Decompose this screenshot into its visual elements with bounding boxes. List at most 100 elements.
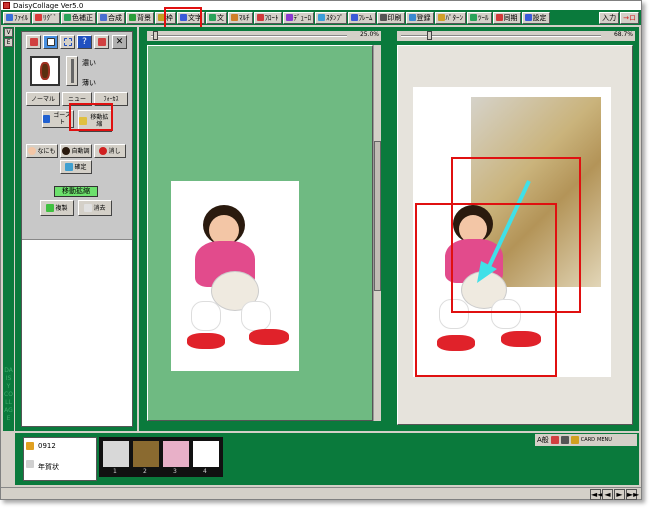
strip-button-e[interactable]: E bbox=[4, 38, 13, 47]
album-name[interactable]: 年賀状 bbox=[38, 462, 59, 472]
brush-preview bbox=[30, 56, 60, 86]
menu-label-13: 印刷 bbox=[387, 13, 402, 22]
print-icon[interactable] bbox=[560, 436, 569, 444]
normal-label: ノーマル bbox=[30, 95, 55, 103]
album-icon bbox=[26, 460, 34, 468]
menu-button-2[interactable]: 色補正 bbox=[61, 11, 96, 24]
nav-first-button[interactable]: ◄◄ bbox=[590, 489, 603, 500]
strip-vertical-text: DAISY COLLAGE bbox=[4, 367, 13, 422]
thumb-number-4: 4 bbox=[203, 468, 207, 475]
edit-icon[interactable] bbox=[570, 436, 579, 444]
shoe-left bbox=[187, 333, 225, 349]
menu-button-13[interactable]: 印刷 bbox=[376, 11, 405, 24]
help-icon[interactable]: ? bbox=[77, 35, 92, 49]
menu-button-15[interactable]: ﾊﾟﾀｰﾝ bbox=[434, 11, 466, 24]
move-icon[interactable] bbox=[94, 35, 109, 49]
menu-button-16[interactable]: ﾂｰﾙ bbox=[467, 11, 492, 24]
left-zoom-track bbox=[151, 35, 347, 37]
left-scroll-thumb[interactable] bbox=[374, 141, 381, 291]
menu-button-1[interactable]: ﾘｸﾞﾞ bbox=[32, 11, 60, 24]
close-icon[interactable]: ✕ bbox=[112, 35, 127, 49]
input-button[interactable]: 入力 bbox=[599, 11, 620, 24]
menu-label-11: ｽﾀﾝﾌﾟ bbox=[326, 13, 344, 22]
thumbnail-3[interactable] bbox=[163, 441, 189, 467]
menu-button-17[interactable]: 同期 bbox=[492, 11, 521, 24]
select-rect-icon[interactable] bbox=[43, 35, 58, 49]
confirm-button[interactable]: 確定 bbox=[60, 160, 92, 174]
menu-button-3[interactable]: 合成 bbox=[97, 11, 125, 24]
a-label[interactable]: A般 bbox=[537, 435, 549, 445]
light-label: 薄い bbox=[82, 79, 96, 87]
menu-button-12[interactable]: ﾌﾚｰﾑ bbox=[347, 11, 376, 24]
menu-button-4[interactable]: 背景 bbox=[126, 11, 154, 24]
source-photo[interactable] bbox=[171, 181, 299, 371]
thumb-number-2: 2 bbox=[143, 468, 147, 475]
new-label: ニュー bbox=[67, 95, 86, 103]
menu-icon-0 bbox=[6, 14, 13, 21]
menu-button-11[interactable]: ｽﾀﾝﾌﾟ bbox=[315, 11, 347, 24]
left-canvas-frame: 25.0% bbox=[139, 27, 387, 431]
menu-button-14[interactable]: 登録 bbox=[405, 11, 434, 24]
menu-label[interactable]: MENU bbox=[597, 437, 612, 443]
menu-label-0: ﾌｧｲﾙ bbox=[14, 13, 28, 22]
menu-label-4: 背景 bbox=[137, 13, 151, 22]
menu-label-17: 同期 bbox=[503, 13, 518, 22]
menu-label-14: 登録 bbox=[416, 13, 431, 22]
menu-icon-4 bbox=[129, 14, 136, 21]
left-zoom-value: 25.0% bbox=[359, 31, 379, 38]
tool-palette: ? ✕ 濃い 薄い ノーマル ニュー ﾌｫｰｶｽ ゴースト 移動拡縮 なにも 自… bbox=[22, 32, 132, 240]
menu-button-0[interactable]: ﾌｧｲﾙ bbox=[3, 11, 31, 24]
folder-name[interactable]: 0912 bbox=[38, 442, 56, 450]
menu-label-10: ﾃﾞｭｰﾛ bbox=[293, 13, 312, 22]
none-button[interactable]: なにも bbox=[26, 144, 58, 158]
delete-button[interactable]: 消去 bbox=[78, 200, 112, 216]
menu-label-12: ﾌﾚｰﾑ bbox=[358, 13, 373, 22]
folder-icon bbox=[26, 442, 34, 450]
app-logo-icon bbox=[3, 2, 10, 9]
menu-button-9[interactable]: ﾌﾛｰﾄ bbox=[253, 11, 282, 24]
auto-label: 自動調 bbox=[71, 147, 90, 155]
strip-button-v[interactable]: V bbox=[4, 28, 13, 37]
menu-button-10[interactable]: ﾃﾞｭｰﾛ bbox=[282, 11, 314, 24]
thumbnail-2[interactable] bbox=[133, 441, 159, 467]
highlight-text-button bbox=[164, 7, 202, 29]
menu-button-18[interactable]: 設定 bbox=[521, 11, 550, 24]
left-canvas-scrollbar[interactable] bbox=[373, 45, 381, 421]
nav-buttons: ◄◄ ◄ ► ►► bbox=[590, 489, 639, 500]
menu-icon-11 bbox=[318, 14, 325, 21]
card-label[interactable]: CARD bbox=[581, 437, 595, 443]
next-arrow-button[interactable]: →ロ bbox=[620, 11, 639, 24]
rotate-icon[interactable] bbox=[26, 35, 41, 49]
tool-panel-frame: ? ✕ 濃い 薄い ノーマル ニュー ﾌｫｰｶｽ ゴースト 移動拡縮 なにも 自… bbox=[15, 27, 137, 431]
app-title: DaisyCollage Ver5.0 bbox=[13, 1, 84, 10]
density-slider[interactable] bbox=[66, 56, 78, 86]
normal-button[interactable]: ノーマル bbox=[26, 92, 60, 106]
menu-button-8[interactable]: ﾏﾙﾁ bbox=[228, 11, 253, 24]
menu-icon-17 bbox=[495, 14, 503, 21]
stamp-icon[interactable] bbox=[550, 436, 559, 444]
left-zoom-slider[interactable]: 25.0% bbox=[147, 31, 381, 41]
copy-button[interactable]: 複製 bbox=[40, 200, 74, 216]
right-canvas-frame: 68.7% bbox=[387, 27, 639, 431]
delete-label: 消去 bbox=[93, 204, 106, 212]
menu-icon-8 bbox=[231, 14, 238, 21]
menu-icon-13 bbox=[379, 14, 387, 21]
tool-panel: ? ✕ 濃い 薄い ノーマル ニュー ﾌｫｰｶｽ ゴースト 移動拡縮 なにも 自… bbox=[21, 31, 133, 427]
child-leg-left bbox=[191, 301, 221, 331]
copy-label: 複製 bbox=[55, 204, 68, 212]
multi-select-icon[interactable] bbox=[60, 35, 75, 49]
thumbnail-1[interactable] bbox=[103, 441, 129, 467]
selection-frame bbox=[415, 203, 557, 377]
auto-button[interactable]: 自動調 bbox=[60, 144, 92, 158]
nav-last-button[interactable]: ►► bbox=[626, 489, 639, 500]
erase-mask-button[interactable]: 消し bbox=[94, 144, 126, 158]
nav-next-button[interactable]: ► bbox=[614, 489, 625, 500]
menu-button-7[interactable]: 文 bbox=[206, 11, 227, 24]
highlight-move-scale bbox=[69, 103, 113, 131]
menu-label-8: ﾏﾙﾁ bbox=[239, 13, 250, 22]
left-zoom-thumb[interactable] bbox=[153, 31, 158, 40]
thumbnail-4[interactable] bbox=[193, 441, 219, 467]
nav-prev-button[interactable]: ◄ bbox=[602, 489, 613, 500]
filmstrip-bar: 0912 年賀状 1 2 3 4 A般 CARD MENU bbox=[15, 433, 639, 485]
menu-label-1: ﾘｸﾞﾞ bbox=[43, 13, 57, 22]
